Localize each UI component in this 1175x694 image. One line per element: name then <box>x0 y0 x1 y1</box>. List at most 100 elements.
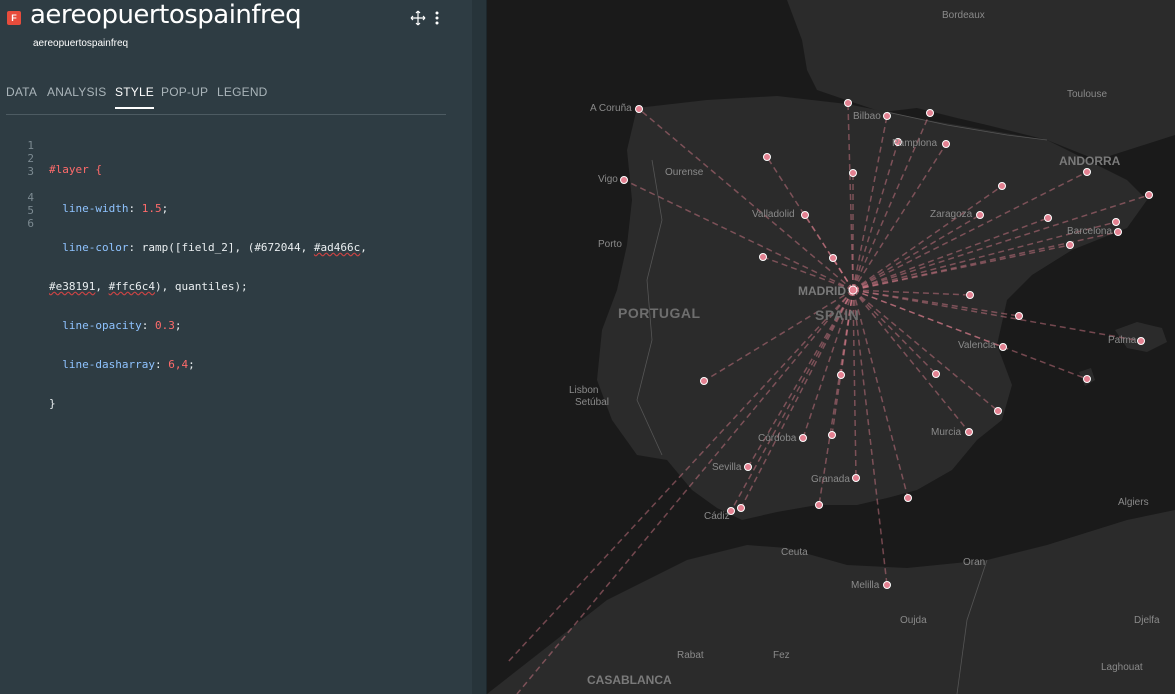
airport-dot[interactable] <box>759 253 767 261</box>
line-number: 1 <box>27 139 34 152</box>
code-color: #ffc6c4 <box>108 280 155 293</box>
airport-dot[interactable] <box>1114 228 1122 236</box>
airport-dot[interactable] <box>883 581 891 589</box>
map-label-setubal: Setúbal <box>575 397 609 408</box>
code-value: 0.3 <box>154 319 175 332</box>
map-canvas[interactable]: Bordeaux Toulouse ANDORRA A Coruña Ouren… <box>487 0 1175 694</box>
layer-subtitle: aereopuertospainfreq <box>33 38 129 49</box>
line-number <box>0 178 34 191</box>
airport-dot[interactable] <box>844 99 852 107</box>
code-property: line-dasharray <box>49 358 155 371</box>
airport-dot[interactable] <box>829 254 837 262</box>
airport-dot[interactable] <box>799 434 807 442</box>
map-label-granada: Granada <box>811 474 850 485</box>
map-label-cordoba: Córdoba <box>758 433 797 444</box>
line-number: 5 <box>27 204 34 217</box>
map-label-bilbao: Bilbao <box>853 111 881 122</box>
map-label-lisbon: Lisbon <box>569 385 599 396</box>
map-label-zaragoza: Zaragoza <box>930 209 973 220</box>
code-close-brace: } <box>49 397 56 410</box>
airport-dot[interactable] <box>1044 214 1052 222</box>
map-label-bordeaux: Bordeaux <box>942 10 985 21</box>
map-label-porto: Porto <box>598 239 622 250</box>
code-property: line-opacity <box>49 319 142 332</box>
airport-dot[interactable] <box>635 105 643 113</box>
airport-dot[interactable] <box>998 182 1006 190</box>
code-text-fragment: , <box>95 280 109 293</box>
airport-dot[interactable] <box>815 501 823 509</box>
airport-dot[interactable] <box>994 407 1002 415</box>
layer-panel: F aereopuertospainfreq aereopuertospainf… <box>0 0 472 694</box>
line-number: 2 <box>27 152 34 165</box>
airport-dot[interactable] <box>763 153 771 161</box>
code-property: line-color <box>49 241 129 254</box>
airport-dot[interactable] <box>942 140 950 148</box>
map-label-andorra: ANDORRA <box>1059 154 1121 168</box>
line-number: 6 <box>27 217 34 230</box>
map-label-pamplona: Pamplona <box>892 138 938 149</box>
airport-dot[interactable] <box>904 494 912 502</box>
land-africa <box>487 510 1175 694</box>
airport-dot[interactable] <box>1083 375 1091 383</box>
airport-dot[interactable] <box>620 176 628 184</box>
code-value: 1.5 <box>141 202 162 215</box>
airport-dot[interactable] <box>883 112 891 120</box>
airport-dot[interactable] <box>849 169 857 177</box>
tab-legend[interactable]: LEGEND <box>217 85 268 107</box>
code-value: 6,4 <box>168 358 189 371</box>
map-label-spain: SPAIN <box>815 307 860 323</box>
airport-dot[interactable] <box>1112 218 1120 226</box>
airport-dot[interactable] <box>926 109 934 117</box>
airport-dot[interactable] <box>999 343 1007 351</box>
map-label-palma: Palma <box>1108 335 1137 346</box>
airport-dot[interactable] <box>852 474 860 482</box>
airport-dot[interactable] <box>1083 168 1091 176</box>
airport-dot[interactable] <box>1015 312 1023 320</box>
airport-dot[interactable] <box>1137 337 1145 345</box>
airport-dot[interactable] <box>1066 241 1074 249</box>
more-vertical-icon[interactable] <box>432 10 442 29</box>
code-selector: #layer { <box>49 163 102 176</box>
airport-dot[interactable] <box>737 504 745 512</box>
code-text-fragment: : ramp([field_2], (#672044, <box>128 241 314 254</box>
airport-dot[interactable] <box>932 370 940 378</box>
move-icon[interactable] <box>410 10 426 29</box>
map-label-valladolid: Valladolid <box>752 209 795 220</box>
map-label-valencia: Valencia <box>958 340 996 351</box>
layer-badge: F <box>7 11 21 25</box>
airport-dot[interactable] <box>965 428 973 436</box>
tab-style[interactable]: STYLE <box>115 85 155 109</box>
code-color: #ad466c <box>313 241 361 254</box>
code-color: #e38191 <box>49 280 96 293</box>
airport-dot[interactable] <box>837 371 845 379</box>
map-label-madrid: MADRID <box>798 284 846 298</box>
airport-dot-hub[interactable] <box>848 285 858 295</box>
code-text[interactable]: #layer { line-width: 1.5; line-color: ra… <box>49 137 367 436</box>
airport-dot[interactable] <box>828 431 836 439</box>
map-label-djelfa: Djelfa <box>1134 615 1160 626</box>
map-label-ourense: Ourense <box>665 167 704 178</box>
map-label-cadiz: Cádiz <box>704 511 730 522</box>
airport-dot[interactable] <box>976 211 984 219</box>
line-number-gutter: 1 2 3 4 5 6 <box>0 139 34 230</box>
map-label-algiers: Algiers <box>1118 497 1149 508</box>
map-label-casablanca: CASABLANCA <box>587 673 672 687</box>
map-label-laghouat: Laghouat <box>1101 662 1143 673</box>
tab-bar: DATA ANALYSIS STYLE POP-UP LEGEND <box>6 84 446 115</box>
tab-analysis[interactable]: ANALYSIS <box>47 85 106 107</box>
airport-dot[interactable] <box>966 291 974 299</box>
layer-title[interactable]: aereopuertospainfreq <box>30 0 302 30</box>
airport-dot[interactable] <box>700 377 708 385</box>
map-label-fez: Fez <box>773 650 790 661</box>
airport-dot[interactable] <box>1145 191 1153 199</box>
map-label-toulouse: Toulouse <box>1067 89 1108 100</box>
map-label-rabat: Rabat <box>677 650 704 661</box>
code-text-fragment: ), quantiles); <box>154 280 248 293</box>
airport-dot[interactable] <box>744 463 752 471</box>
airport-dot[interactable] <box>801 211 809 219</box>
tab-pop-up[interactable]: POP-UP <box>161 85 208 107</box>
map-label-oran: Oran <box>963 557 986 568</box>
panel-divider[interactable] <box>472 0 487 694</box>
map-label-vigo: Vigo <box>598 174 618 185</box>
tab-data[interactable]: DATA <box>6 85 37 107</box>
